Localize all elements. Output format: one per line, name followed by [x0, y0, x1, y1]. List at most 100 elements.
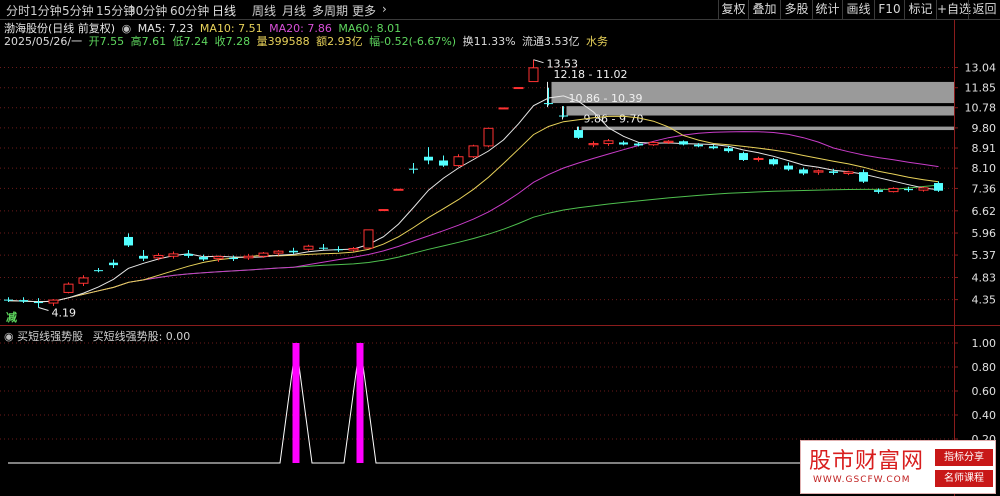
- y-tick-label: 5.96: [972, 227, 997, 240]
- reduce-marker[interactable]: 减: [6, 310, 17, 324]
- candle-30[interactable]: [453, 154, 464, 167]
- candle-body: [468, 145, 479, 158]
- candle-62[interactable]: [934, 181, 943, 192]
- candle-body: [184, 253, 193, 256]
- candle-body: [34, 302, 43, 304]
- candle-54[interactable]: [813, 169, 824, 175]
- candle-1[interactable]: [19, 297, 28, 304]
- candle-50[interactable]: [753, 156, 764, 162]
- candle-body: [663, 140, 674, 143]
- y-tick-label: 8.10: [972, 162, 997, 175]
- candle-body: [588, 143, 599, 146]
- candle-body: [559, 115, 568, 117]
- candle-16[interactable]: [243, 253, 254, 260]
- candle-26[interactable]: [393, 188, 404, 191]
- candle-24[interactable]: [363, 229, 374, 249]
- candle-body: [378, 209, 389, 212]
- candle-body: [393, 188, 404, 191]
- candle-11[interactable]: [168, 251, 179, 259]
- candle-body: [153, 254, 164, 259]
- indicator-tick-label: 0.80: [972, 361, 997, 374]
- candle-25[interactable]: [378, 209, 389, 212]
- candlestick-chart[interactable]: 13.04 11.85 10.78 9.80 8.91 8.10 7.36 6.62 5.96 5…: [0, 0, 1000, 496]
- candle-body: [319, 247, 328, 249]
- candle-40[interactable]: [603, 138, 614, 146]
- watermark-tag-share: 指标分享: [935, 449, 993, 466]
- candle-19[interactable]: [289, 247, 298, 254]
- candle-47[interactable]: [709, 144, 718, 150]
- watermark-main-text: 股市财富网: [809, 449, 925, 474]
- candle-39[interactable]: [588, 141, 599, 148]
- candle-41[interactable]: [619, 140, 628, 146]
- candle-2[interactable]: [34, 298, 43, 308]
- candle-31[interactable]: [468, 144, 479, 158]
- high-pointer: [533, 59, 544, 64]
- candle-56[interactable]: [843, 170, 854, 176]
- candle-28[interactable]: [424, 147, 433, 165]
- y-tick-label: 10.78: [965, 102, 997, 115]
- candle-0[interactable]: [4, 297, 13, 303]
- candle-7[interactable]: [109, 259, 118, 269]
- candle-body: [63, 283, 74, 293]
- gap-zone-label: 10.86 - 10.39: [569, 92, 643, 105]
- y-tick-label: 5.37: [972, 249, 997, 262]
- candle-body: [348, 247, 359, 251]
- candle-body: [904, 188, 913, 191]
- y-tick-label: 8.91: [972, 142, 997, 155]
- watermark-url: WWW.GSCFW.COM: [813, 475, 911, 485]
- candle-33[interactable]: [498, 107, 509, 110]
- candle-body: [243, 255, 254, 259]
- high-annotation: 13.53: [547, 58, 579, 71]
- candle-body: [934, 183, 943, 191]
- candle-29[interactable]: [439, 155, 448, 167]
- candle-43[interactable]: [648, 141, 659, 146]
- candle-59[interactable]: [888, 187, 899, 193]
- candle-body: [528, 67, 539, 83]
- candle-body: [498, 107, 509, 110]
- candle-3[interactable]: [48, 299, 59, 307]
- candle-49[interactable]: [739, 151, 748, 161]
- buy-signal-bar-1[interactable]: [356, 343, 364, 463]
- candle-body: [168, 253, 179, 257]
- candle-45[interactable]: [679, 140, 688, 146]
- candle-body: [634, 143, 643, 146]
- candle-34[interactable]: [513, 87, 524, 90]
- candle-57[interactable]: [859, 169, 868, 184]
- candle-body: [48, 299, 59, 304]
- low-annotation: 4.19: [52, 307, 77, 320]
- indicator-title-bar: ◉ 买短线强势股 买短线强势股: 0.00: [4, 328, 190, 344]
- candle-53[interactable]: [799, 167, 808, 176]
- gap-zone-2: [581, 126, 954, 131]
- buy-signal-bar-0[interactable]: [292, 343, 300, 463]
- candle-20[interactable]: [303, 244, 314, 251]
- candle-10[interactable]: [153, 253, 164, 261]
- candle-32[interactable]: [483, 127, 494, 148]
- y-tick-label: 6.62: [972, 205, 997, 218]
- candle-14[interactable]: [213, 255, 224, 262]
- ma60-line: [8, 184, 939, 303]
- candle-body: [229, 257, 238, 260]
- candle-body: [799, 169, 808, 174]
- candle-body: [334, 249, 343, 251]
- candle-body: [603, 140, 614, 145]
- candle-8[interactable]: [124, 233, 133, 247]
- candle-6[interactable]: [94, 268, 103, 273]
- candle-42[interactable]: [634, 142, 643, 147]
- candle-15[interactable]: [229, 255, 238, 262]
- candle-body: [4, 299, 13, 301]
- indicator-name[interactable]: 买短线强势股: [17, 330, 83, 343]
- candle-body: [483, 127, 494, 147]
- candle-body: [409, 168, 418, 170]
- candle-body: [78, 277, 89, 284]
- candle-12[interactable]: [184, 250, 193, 258]
- candle-21[interactable]: [319, 243, 328, 251]
- candle-4[interactable]: [63, 282, 74, 294]
- candle-body: [829, 171, 838, 173]
- candle-35[interactable]: [528, 59, 539, 83]
- candle-51[interactable]: [769, 157, 778, 166]
- candle-61[interactable]: [918, 186, 929, 192]
- candle-52[interactable]: [784, 162, 793, 171]
- candle-5[interactable]: [78, 275, 89, 286]
- candle-body: [874, 190, 883, 192]
- indicator-settings-icon[interactable]: ◉: [4, 330, 14, 343]
